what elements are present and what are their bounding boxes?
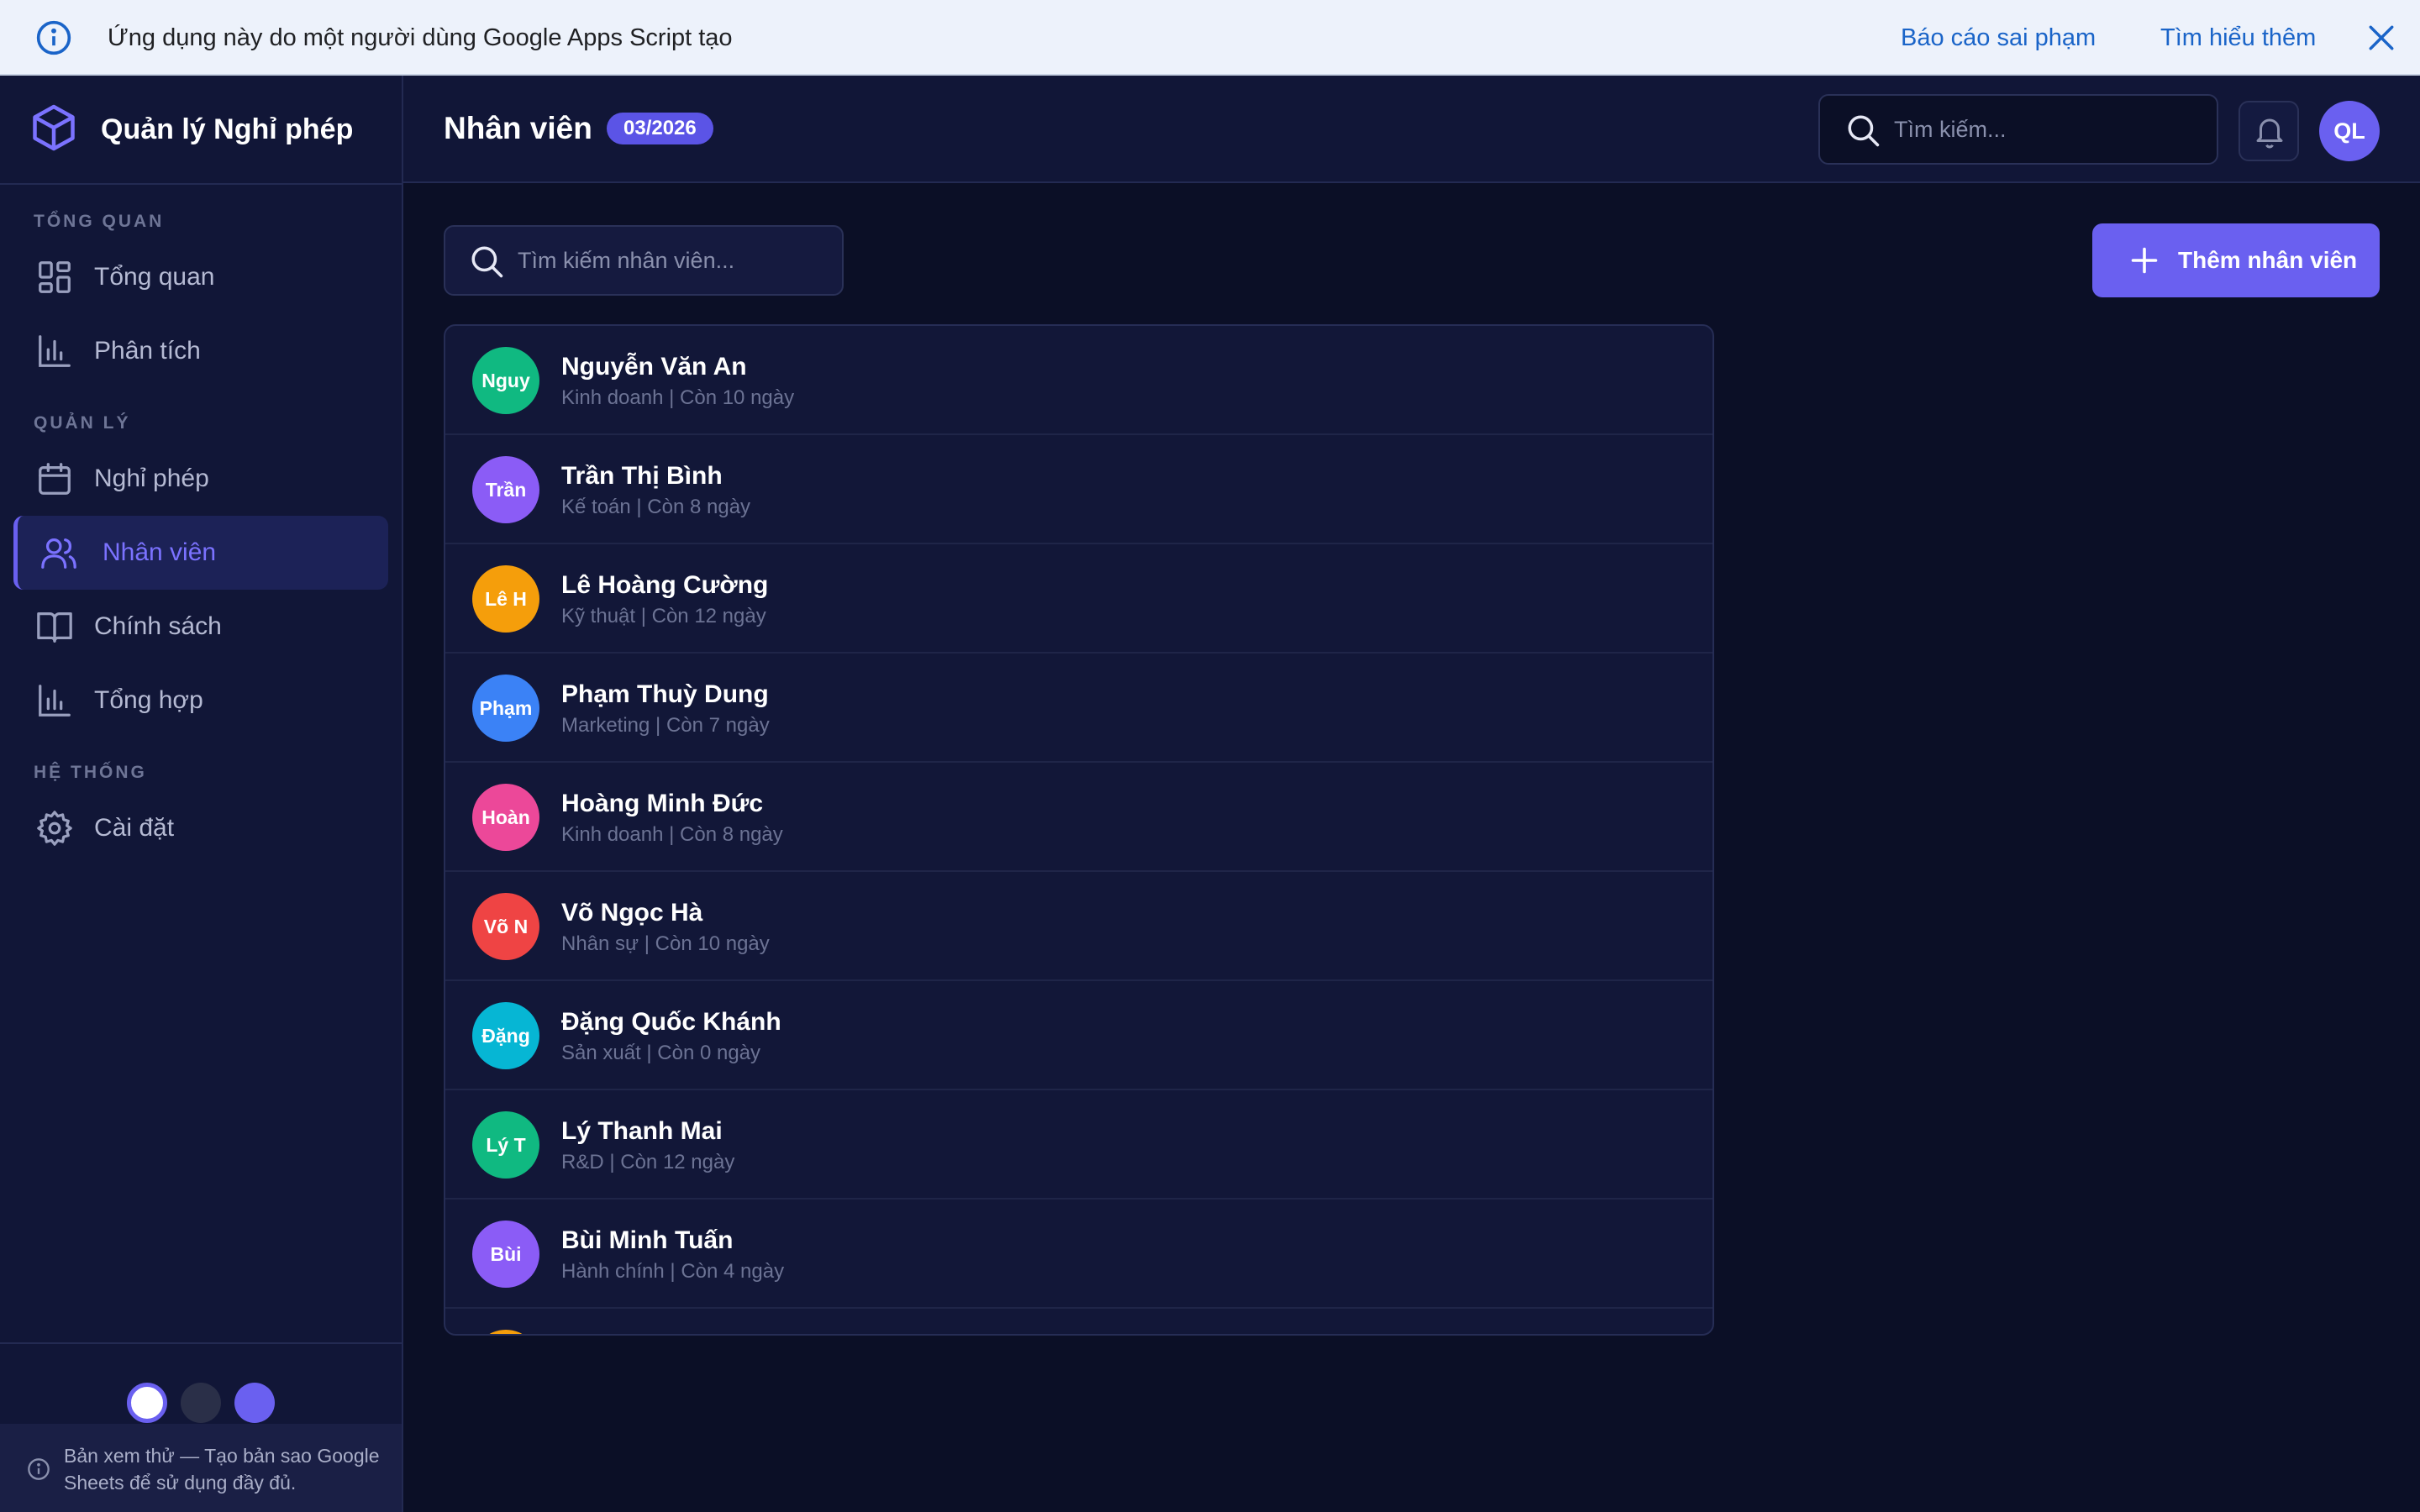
gear-icon (37, 811, 72, 846)
sidebar-item-analytics[interactable]: Phân tích (13, 314, 388, 388)
brand: Quản lý Nghỉ phép (0, 76, 402, 185)
employee-name: Trần Thị Bình (561, 462, 723, 490)
notifications-button[interactable] (2238, 101, 2299, 161)
section-label-system: HỆ THỐNG (34, 763, 147, 782)
employee-avatar: Phạm (472, 675, 539, 742)
employee-name: Phạm Thuỳ Dung (561, 680, 769, 708)
list-item[interactable]: Võ N Võ Ngọc Hà Nhân sự | Còn 10 ngày (445, 872, 1712, 981)
list-item[interactable]: Nguy Nguyễn Văn An Kinh doanh | Còn 10 n… (445, 326, 1712, 435)
list-item[interactable]: Lý T Lý Thanh Mai R&D | Còn 12 ngày (445, 1090, 1712, 1200)
sidebar: Quản lý Nghỉ phép TỔNG QUAN Tổng quan Ph… (0, 76, 403, 1512)
period-badge: 03/2026 (607, 113, 713, 144)
search-icon (471, 246, 503, 278)
sidebar-item-label: Chính sách (94, 612, 222, 640)
employee-avatar: Lê H (472, 565, 539, 633)
employee-avatar: Đặng (472, 1002, 539, 1069)
employee-meta: Nhân sự | Còn 10 ngày (561, 932, 770, 955)
sidebar-item-label: Nghỉ phép (94, 465, 209, 492)
employee-meta: Kỹ thuật | Còn 12 ngày (561, 605, 766, 627)
plus-icon (2131, 247, 2158, 274)
theme-violet-swatch[interactable] (234, 1383, 275, 1423)
employee-meta: Sản xuất | Còn 0 ngày (561, 1042, 761, 1064)
employee-meta: Kế toán | Còn 8 ngày (561, 496, 751, 518)
employee-search-input[interactable] (518, 227, 829, 294)
employee-name: Bùi Minh Tuấn (561, 1226, 734, 1254)
sidebar-item-overview[interactable]: Tổng quan (13, 240, 388, 314)
banner-message: Ứng dụng này do một người dùng Google Ap… (108, 24, 733, 51)
sidebar-item-label: Nhân viên (103, 538, 217, 566)
list-item[interactable]: Lê H Lê Hoàng Cường Kỹ thuật | Còn 12 ng… (445, 544, 1712, 654)
list-item[interactable]: Đặng Đặng Quốc Khánh Sản xuất | Còn 0 ng… (445, 981, 1712, 1090)
employee-search[interactable] (444, 225, 844, 296)
users-icon (41, 538, 76, 569)
sidebar-item-label: Tổng quan (94, 263, 215, 291)
sidebar-item-label: Phân tích (94, 337, 201, 365)
add-employee-button[interactable]: Thêm nhân viên (2092, 223, 2380, 297)
bell-icon (2256, 118, 2283, 149)
employee-name: Nguyễn Văn An (561, 353, 747, 381)
top-header: Nhân viên 03/2026 QL (403, 76, 2420, 183)
global-search-input[interactable] (1894, 96, 2205, 163)
sidebar-item-label: Cài đặt (94, 814, 175, 842)
preview-note-text: Bản xem thử — Tạo bản sao Google Sheets … (64, 1445, 380, 1494)
list-item[interactable]: Phạm Phạm Thuỳ Dung Marketing | Còn 7 ng… (445, 654, 1712, 763)
app-title: Quản lý Nghỉ phép (101, 113, 354, 145)
cube-logo-icon (33, 104, 75, 151)
employee-avatar: Trần (472, 456, 539, 523)
preview-note: Bản xem thử — Tạo bản sao Google Sheets … (0, 1424, 402, 1512)
employee-meta: Kinh doanh | Còn 10 ngày (561, 386, 795, 409)
sidebar-item-employees[interactable]: Nhân viên (13, 516, 388, 590)
learn-more-link[interactable]: Tìm hiểu thêm (2160, 0, 2316, 76)
employee-name: Đặng Quốc Khánh (561, 1008, 781, 1036)
list-item[interactable]: Trần Trần Thị Bình Kế toán | Còn 8 ngày (445, 435, 1712, 544)
employee-avatar: Nguy (472, 347, 539, 414)
employee-avatar: Lý T (472, 1111, 539, 1179)
employee-avatar: Hoàn (472, 784, 539, 851)
theme-dark-swatch[interactable] (181, 1383, 221, 1423)
list-item[interactable] (445, 1309, 1712, 1334)
add-employee-label: Thêm nhân viên (2178, 247, 2358, 273)
bar-chart-icon (39, 685, 71, 717)
calendar-icon (39, 463, 71, 495)
apps-script-banner: Ứng dụng này do một người dùng Google Ap… (0, 0, 2420, 76)
employee-name: Lê Hoàng Cường (561, 571, 769, 599)
sidebar-item-summary[interactable]: Tổng hợp (13, 664, 388, 738)
info-icon (28, 1458, 50, 1480)
search-icon (1848, 115, 1880, 147)
employee-list: Nguy Nguyễn Văn An Kinh doanh | Còn 10 n… (444, 324, 1714, 1336)
employee-meta: Kinh doanh | Còn 8 ngày (561, 823, 783, 846)
user-avatar[interactable]: QL (2319, 101, 2380, 161)
global-search[interactable] (1818, 94, 2218, 165)
bar-chart-icon (39, 335, 71, 367)
sidebar-item-label: Tổng hợp (94, 686, 203, 714)
list-item[interactable]: Bùi Bùi Minh Tuấn Hành chính | Còn 4 ngà… (445, 1200, 1712, 1309)
employee-avatar: Bùi (472, 1221, 539, 1288)
employee-name: Lý Thanh Mai (561, 1117, 723, 1145)
employee-meta: Marketing | Còn 7 ngày (561, 714, 770, 737)
employee-avatar: Võ N (472, 893, 539, 960)
dashboard-icon (39, 261, 71, 293)
employee-name: Võ Ngọc Hà (561, 899, 703, 927)
employee-meta: R&D | Còn 12 ngày (561, 1151, 735, 1173)
info-icon (36, 20, 71, 55)
sidebar-item-settings[interactable]: Cài đặt (13, 791, 388, 865)
sidebar-item-leave[interactable]: Nghỉ phép (13, 442, 388, 516)
list-item[interactable]: Hoàn Hoàng Minh Đức Kinh doanh | Còn 8 n… (445, 763, 1712, 872)
book-icon (37, 612, 72, 643)
employee-name: Hoàng Minh Đức (561, 790, 764, 817)
employee-meta: Hành chính | Còn 4 ngày (561, 1260, 785, 1283)
report-abuse-link[interactable]: Báo cáo sai phạm (1901, 0, 2096, 76)
close-icon[interactable] (2367, 24, 2396, 52)
page-title: Nhân viên (444, 111, 592, 145)
employee-avatar (472, 1330, 539, 1334)
section-label-manage: QUẢN LÝ (34, 413, 131, 433)
sidebar-item-policy[interactable]: Chính sách (13, 590, 388, 664)
sidebar-divider (0, 1342, 402, 1344)
theme-light-swatch[interactable] (127, 1383, 167, 1423)
section-label-overview: TỔNG QUAN (34, 212, 165, 231)
